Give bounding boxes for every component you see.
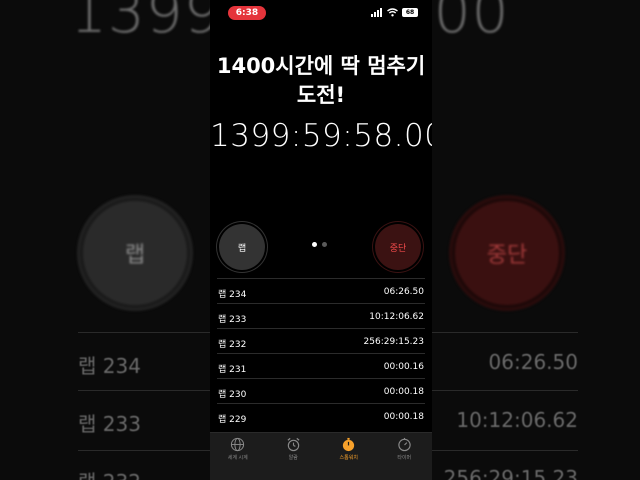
bg-lap-name: 랩 233 [78,412,141,436]
tab-label: 스톱워치 [339,455,358,461]
lap-value: 06:26.50 [383,287,424,297]
lap-name: 랩 230 [218,390,247,400]
phone-screen: 6:38 68 1400시간에 딱 멈추기 도전! 1399:59:58.00 … [210,0,432,480]
lap-name: 랩 231 [218,365,247,375]
table-row: 랩 229 00:00.18 [217,403,425,428]
signal-icon [371,8,382,17]
tab-stopwatch[interactable]: 스톱워치 [321,433,377,480]
bg-lap-name: 랩 232 [78,466,141,480]
bg-stop-button: 중단 [452,198,562,308]
stopwatch-icon [343,437,355,452]
lap-value: 00:00.18 [383,412,424,422]
video-caption: 1400시간에 딱 멈추기 도전! [210,52,432,110]
bg-lap-value: 10:12:06.62 [456,408,578,432]
tab-timer[interactable]: 타이머 [377,433,433,480]
lap-button[interactable]: 랩 [219,224,265,270]
lap-value: 00:00.16 [383,362,424,372]
caption-line-2: 도전! [296,83,346,107]
lap-value: 00:00.18 [383,387,424,397]
table-row: 랩 232 256:29:15.23 [217,328,425,353]
tab-bar: 세계 시계 알람 스톱워치 타이머 [210,432,432,480]
status-icons: 68 [371,8,418,17]
lap-value: 256:29:15.23 [363,337,424,347]
table-row: 랩 230 00:00.18 [217,378,425,403]
tab-label: 알람 [288,455,298,461]
status-bar: 6:38 68 [210,0,432,24]
bg-lap-name: 랩 234 [78,354,141,378]
wifi-icon [387,8,398,17]
caption-line-1: 1400시간에 딱 멈추기 [216,54,426,78]
bg-lap-button: 랩 [80,198,190,308]
table-row: 랩 234 06:26.50 [217,278,425,303]
timer-icon [398,437,411,452]
table-row: 랩 231 00:00.16 [217,353,425,378]
lap-name: 랩 234 [218,290,247,300]
battery-icon: 68 [402,8,418,17]
tab-label: 세계 시계 [227,455,248,461]
tab-world-clock[interactable]: 세계 시계 [210,433,266,480]
page-indicator[interactable] [312,242,327,247]
bg-lap-value: 06:26.50 [488,350,578,374]
stop-button[interactable]: 중단 [375,224,421,270]
alarm-icon [287,437,300,452]
globe-icon [231,437,245,452]
bg-lap-value: 256:29:15.23 [443,466,578,480]
lap-value: 10:12:06.62 [369,312,424,322]
page-dot-1[interactable] [312,242,317,247]
status-time: 6:38 [228,6,266,20]
lap-name: 랩 233 [218,315,247,325]
lap-name: 랩 229 [218,415,247,425]
page-dot-2[interactable] [322,242,327,247]
lap-name: 랩 232 [218,340,247,350]
tab-label: 타이머 [397,455,412,461]
stopwatch-time: 1399:59:58.00 [210,118,432,154]
table-row: 랩 233 10:12:06.62 [217,303,425,328]
tab-alarm[interactable]: 알람 [266,433,322,480]
lap-list[interactable]: 랩 234 06:26.50 랩 233 10:12:06.62 랩 232 2… [217,278,425,428]
